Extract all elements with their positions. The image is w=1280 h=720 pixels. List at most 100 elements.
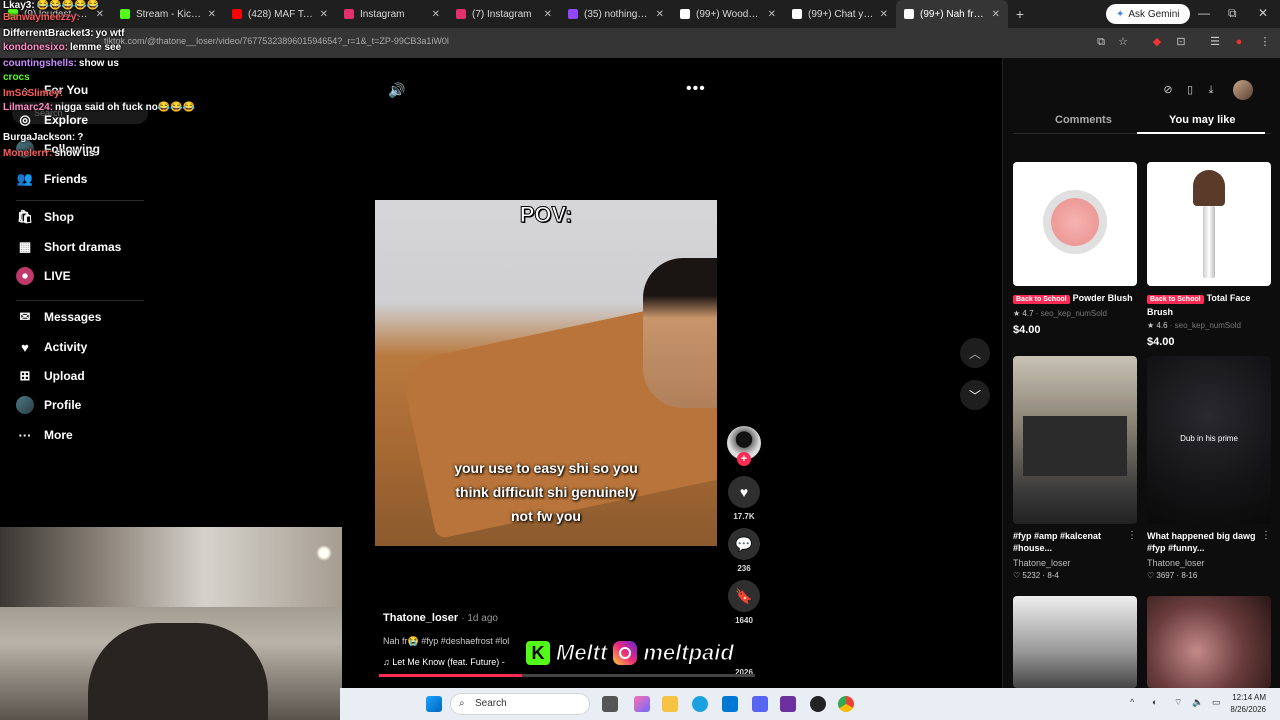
more-options-icon[interactable]: ⋮: [1127, 530, 1137, 541]
sidebar-item-more[interactable]: ··· More: [16, 425, 73, 445]
product-card[interactable]: Back to School Powder Blush ★ 4.7 · seo_k…: [1013, 162, 1137, 336]
browser-tab[interactable]: (428) MAF Teeski - ✕: [224, 0, 336, 28]
browser-tab[interactable]: (7) Instagram ✕: [448, 0, 560, 28]
chat-username: crocs: [3, 72, 30, 83]
taskbar-search[interactable]: ⌕ Search: [450, 693, 590, 715]
browser-tab[interactable]: (35) nothingb4kaj ✕: [560, 0, 672, 28]
comment-button[interactable]: 💬 236: [726, 528, 762, 573]
extension-icon[interactable]: ◆: [1150, 35, 1164, 49]
tab-close-icon[interactable]: ✕: [208, 9, 216, 20]
tab-title: (7) Instagram: [472, 8, 532, 20]
tab-comments[interactable]: Comments: [1055, 114, 1112, 126]
volume-tray-icon[interactable]: 🔈: [1192, 697, 1203, 708]
kick-logo-icon: K: [526, 641, 550, 665]
browser-tab[interactable]: Instagram ✕: [336, 0, 448, 28]
chat-text: show us: [78, 58, 119, 69]
new-tab-button[interactable]: +: [1008, 6, 1032, 22]
video-caption: your use to easy shi so you think diffic…: [454, 460, 638, 524]
battery-icon[interactable]: ▭: [1212, 697, 1221, 708]
sidebar-item-label: Profile: [44, 398, 82, 412]
video-player[interactable]: POV: your use to easy shi so you think d…: [375, 200, 717, 546]
tab-search-icon[interactable]: ☰: [1208, 35, 1222, 49]
bookmark-star-icon[interactable]: ☆: [1116, 35, 1130, 49]
tab-you-may-like[interactable]: You may like: [1169, 114, 1235, 126]
tray-app-icon[interactable]: ◐: [1152, 697, 1157, 707]
video-date: 8-16: [1181, 571, 1198, 580]
sidebar-item-profile[interactable]: Profile: [16, 395, 81, 415]
like-button[interactable]: ♥ 17.7K: [726, 476, 762, 521]
system-clock[interactable]: 12:14 AM 8/26/2026: [1230, 692, 1266, 716]
store-icon[interactable]: [722, 696, 738, 712]
sidebar-item-shop[interactable]: 🛍 Shop: [16, 207, 74, 227]
tab-close-icon[interactable]: ✕: [880, 9, 888, 20]
video-card[interactable]: ⋮ #fyp #amp #kalcenat #house... Thatone_…: [1013, 356, 1137, 580]
tab-close-icon[interactable]: ✕: [768, 9, 776, 20]
sidebar-item-upload[interactable]: ⊞ Upload: [16, 366, 85, 386]
sidebar-item-short-dramas[interactable]: ▦ Short dramas: [16, 237, 122, 257]
task-view-icon[interactable]: [602, 696, 618, 712]
video-card[interactable]: [1013, 596, 1137, 688]
chat-message: Banwaymeezzy:: [3, 12, 82, 23]
tab-close-icon[interactable]: ✕: [320, 9, 328, 20]
app-icon[interactable]: [780, 696, 796, 712]
sidebar-item-friends[interactable]: 👥 Friends: [16, 169, 87, 189]
url-input[interactable]: tiktok.com/@thatone__loser/video/7677532…: [104, 36, 449, 46]
comment-count: 236: [737, 564, 751, 573]
tab-title: (99+) Chat yall eve: [808, 8, 874, 20]
tab-favicon-icon: [680, 9, 690, 19]
sidebar-item-live[interactable]: LIVE: [16, 266, 71, 286]
maximize-button[interactable]: ⧉: [1228, 6, 1237, 21]
copilot-icon[interactable]: [634, 696, 650, 712]
profile-icon: [16, 396, 34, 414]
author-name[interactable]: Thatone_loser: [383, 612, 458, 624]
download-icon[interactable]: ⤓: [1203, 82, 1219, 98]
more-options-icon[interactable]: •••: [686, 80, 706, 98]
video-card[interactable]: Dub in his prime ⋮ What happened big daw…: [1147, 356, 1271, 580]
sidebar-item-activity[interactable]: ♥ Activity: [16, 337, 87, 357]
chat-message: Monelerrr: show us: [3, 148, 94, 159]
video-likes: 3697: [1156, 571, 1175, 580]
browser-tab[interactable]: (99+) Wooda spea ✕: [672, 0, 784, 28]
video-card[interactable]: [1147, 596, 1271, 688]
tab-close-icon[interactable]: ✕: [656, 9, 664, 20]
tab-close-icon[interactable]: ✕: [992, 9, 1000, 20]
profile-icon[interactable]: ●: [1232, 35, 1246, 49]
sidebar-item-messages[interactable]: ✉ Messages: [16, 307, 102, 327]
sidebar-item-explore[interactable]: ◎ Explore: [16, 110, 88, 130]
tab-title: (35) nothingb4kaj: [584, 8, 650, 20]
explore-icon: ◎: [19, 112, 31, 127]
chrome-icon[interactable]: [838, 696, 854, 712]
network-icon[interactable]: ⌔: [1174, 697, 1182, 708]
follow-plus-icon[interactable]: +: [737, 452, 751, 466]
more-options-icon[interactable]: ⋮: [1261, 530, 1271, 541]
phone-icon[interactable]: ▯: [1182, 82, 1198, 98]
close-window-button[interactable]: ✕: [1258, 6, 1268, 20]
discord-icon[interactable]: [752, 696, 768, 712]
minimize-button[interactable]: —: [1198, 6, 1210, 20]
app-icon-2[interactable]: [810, 696, 826, 712]
file-explorer-icon[interactable]: [662, 696, 678, 712]
previous-video-button[interactable]: ︿: [960, 338, 990, 368]
tray-chevron-icon[interactable]: ^: [1130, 697, 1134, 707]
browser-tab[interactable]: (99+) Chat yall eve ✕: [784, 0, 896, 28]
creator-avatar-button[interactable]: +: [726, 426, 762, 466]
sidebar-item-label: Explore: [44, 113, 89, 127]
webcam-feed: [0, 527, 342, 720]
compass-icon[interactable]: ⊘: [1160, 82, 1176, 98]
ask-gemini-button[interactable]: ✦ Ask Gemini: [1106, 4, 1190, 24]
product-card[interactable]: Back to School Total Face Brush ★ 4.6 · s…: [1147, 162, 1271, 348]
tab-close-icon[interactable]: ✕: [432, 9, 440, 20]
chrome-menu-icon[interactable]: ⋮: [1258, 35, 1272, 49]
windows-start-icon[interactable]: [426, 696, 442, 712]
volume-icon[interactable]: 🔊: [388, 82, 405, 99]
browser-tab[interactable]: (99+) Nah fr 😭 #fy ✕: [896, 0, 1008, 28]
tab-close-icon[interactable]: ✕: [544, 9, 552, 20]
edge-icon[interactable]: [692, 696, 708, 712]
video-progress-bar[interactable]: [379, 674, 755, 677]
browser-tab[interactable]: Stream - Kick Dash ✕: [112, 0, 224, 28]
user-avatar[interactable]: [1233, 80, 1253, 100]
heart-icon: ♥: [728, 476, 760, 508]
install-app-icon[interactable]: ⧉: [1094, 35, 1108, 49]
extensions-puzzle-icon[interactable]: ⊡: [1174, 35, 1188, 49]
next-video-button[interactable]: ﹀: [960, 380, 990, 410]
